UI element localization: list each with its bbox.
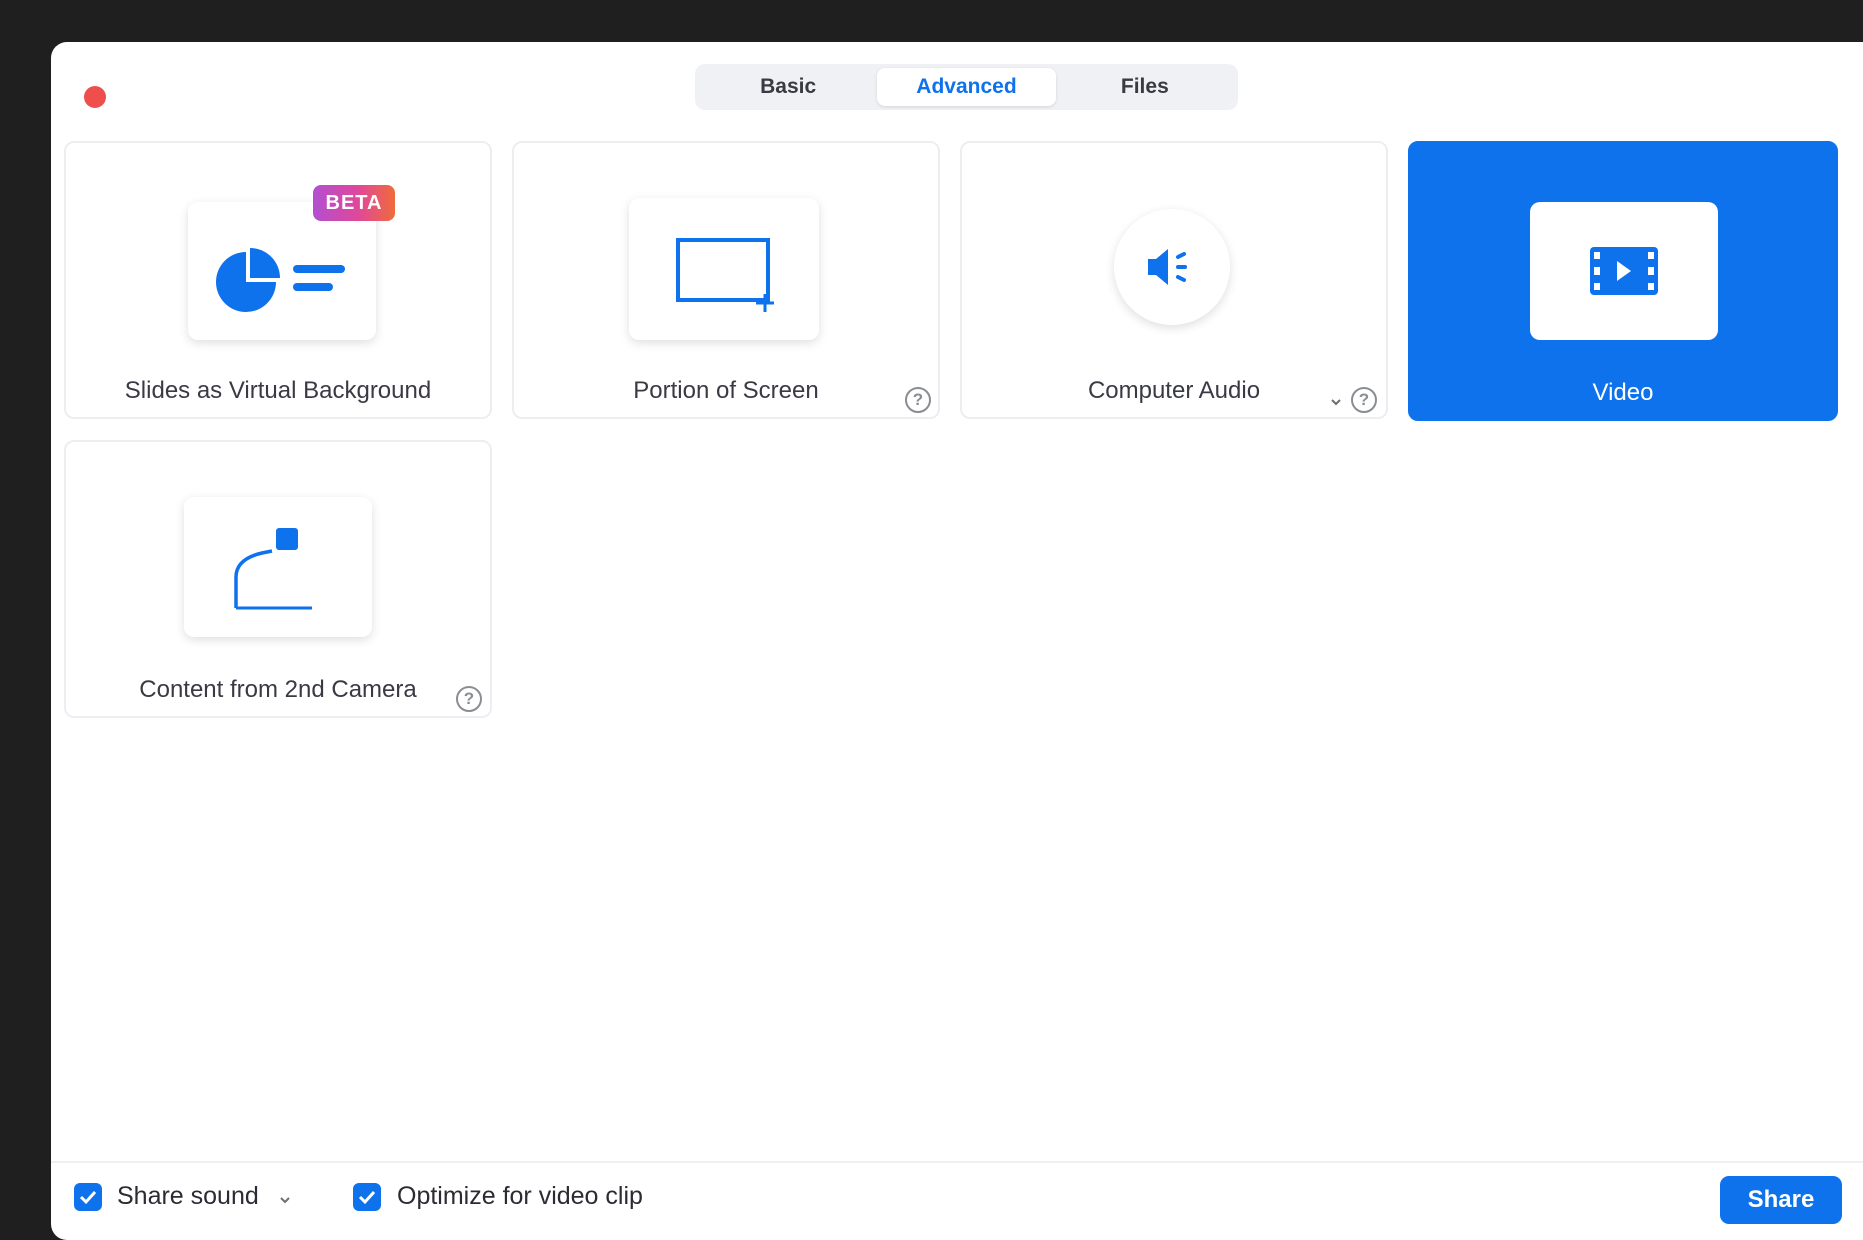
option-label: Computer Audio <box>1087 377 1261 404</box>
option-content-2nd-camera[interactable]: Content from 2nd Camera ? <box>64 440 492 718</box>
document-camera-icon <box>234 528 312 610</box>
tab-bar: Basic Advanced Files <box>695 64 1238 110</box>
text-lines-icon <box>293 265 345 291</box>
share-sound-checkbox[interactable] <box>74 1183 102 1211</box>
option-video[interactable]: Video <box>1408 141 1838 421</box>
film-icon <box>1590 247 1658 295</box>
share-sound-label: Share sound <box>117 1182 259 1210</box>
chevron-down-icon[interactable] <box>1330 396 1342 408</box>
option-slides-virtual-background[interactable]: Slides as Virtual Background <box>64 141 492 419</box>
audio-tile <box>1114 209 1230 325</box>
pie-chart-icon <box>216 248 280 312</box>
video-tile <box>1530 202 1718 340</box>
slides-tile <box>188 202 376 340</box>
chevron-down-icon[interactable] <box>279 1194 291 1206</box>
optimize-video-label: Optimize for video clip <box>397 1182 643 1210</box>
check-icon <box>358 1190 376 1205</box>
footer-divider <box>51 1161 1863 1163</box>
option-label: Slides as Virtual Background <box>124 377 432 404</box>
beta-badge: BETA <box>313 185 395 221</box>
option-portion-of-screen[interactable]: Portion of Screen ? <box>512 141 940 419</box>
camera-tile <box>184 497 372 637</box>
option-computer-audio[interactable]: Computer Audio ? <box>960 141 1388 419</box>
slides-icon <box>216 248 345 312</box>
tab-basic[interactable]: Basic <box>699 68 877 106</box>
option-label: Portion of Screen <box>633 377 819 404</box>
optimize-video-checkbox[interactable] <box>353 1183 381 1211</box>
tab-files[interactable]: Files <box>1056 68 1234 106</box>
portion-tile <box>629 198 819 340</box>
tab-advanced[interactable]: Advanced <box>877 68 1056 106</box>
option-label: Content from 2nd Camera <box>139 676 417 703</box>
window-close-button[interactable] <box>84 86 106 108</box>
share-button[interactable]: Share <box>1720 1176 1842 1224</box>
help-icon[interactable]: ? <box>456 686 482 712</box>
screen-portion-icon <box>676 238 774 312</box>
check-icon <box>79 1190 97 1205</box>
help-icon[interactable]: ? <box>905 387 931 413</box>
speaker-icon <box>1148 249 1187 285</box>
help-icon[interactable]: ? <box>1351 387 1377 413</box>
option-label: Video <box>1592 379 1654 406</box>
